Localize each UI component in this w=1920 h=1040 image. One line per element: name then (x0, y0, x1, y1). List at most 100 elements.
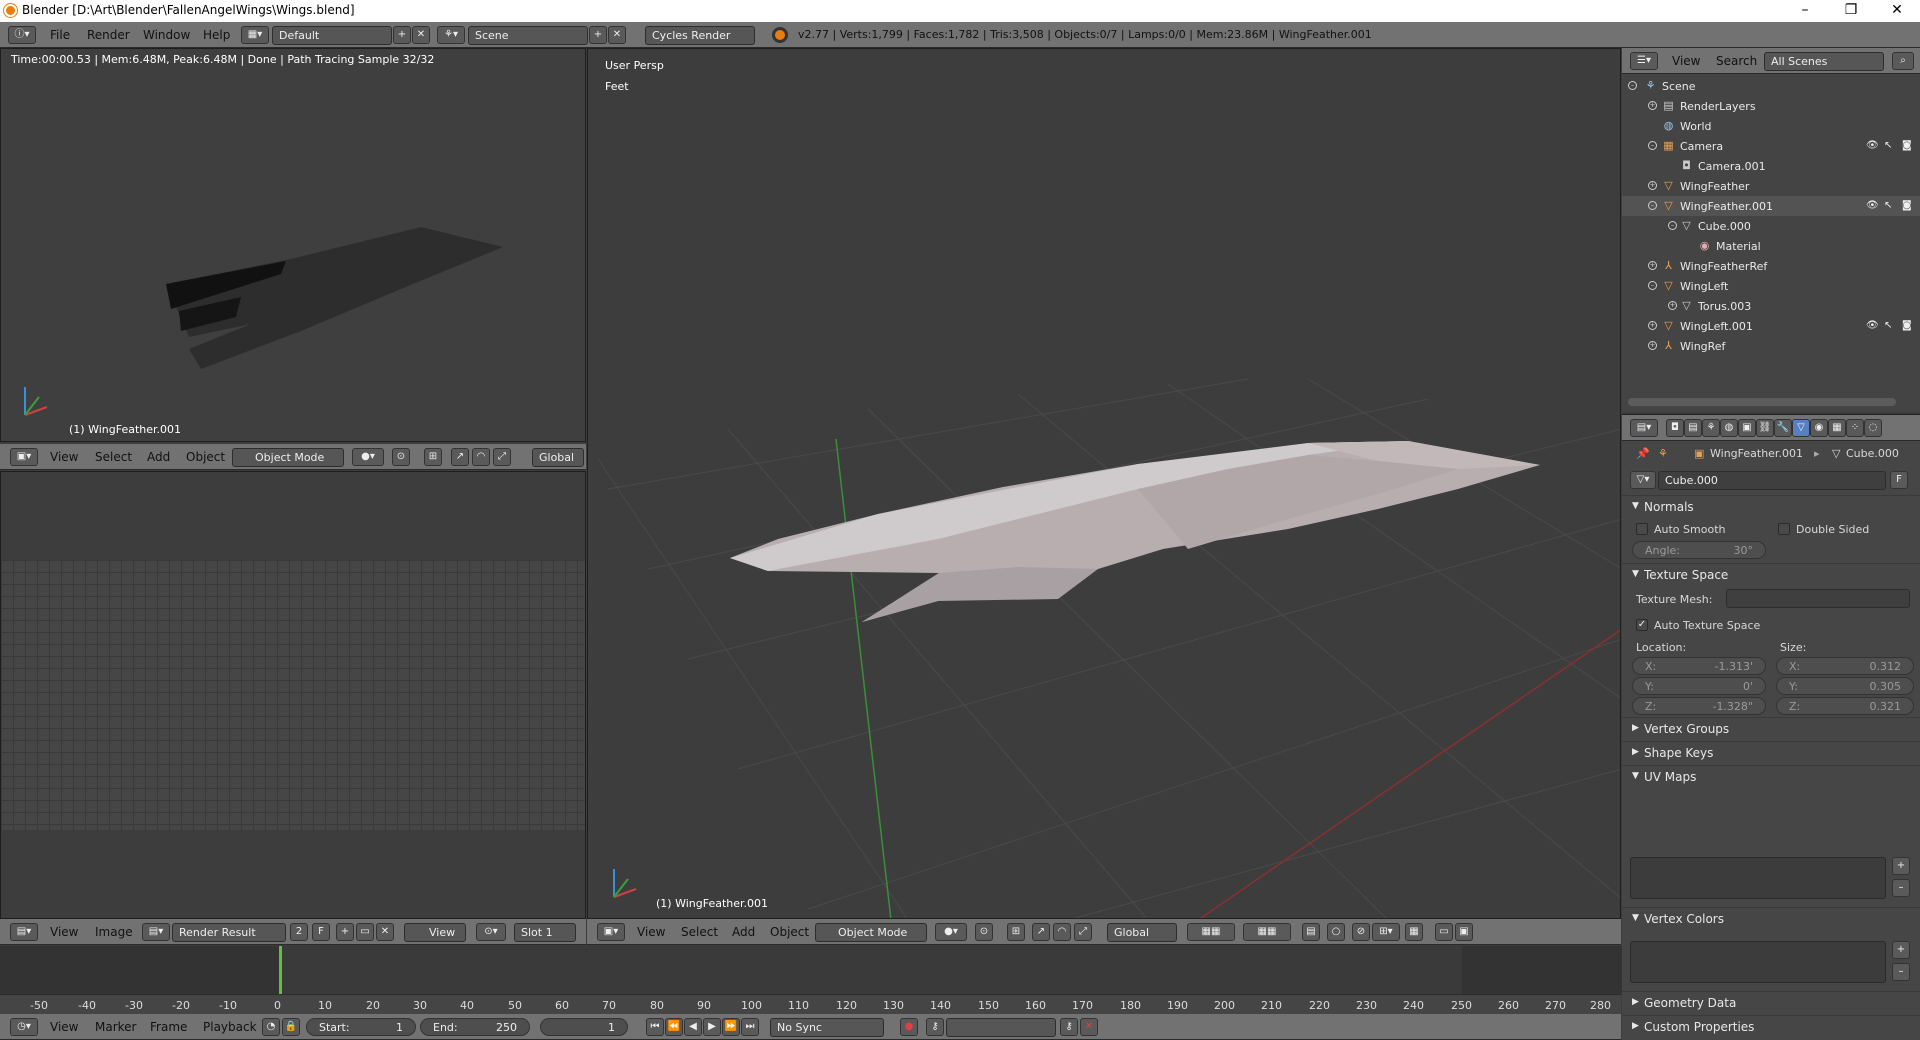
layout-field[interactable]: Default (272, 26, 392, 45)
orientation-select[interactable]: Global (532, 448, 584, 467)
outliner-item-torus003[interactable]: + ▽ Torus.003 (1622, 296, 1920, 316)
material-tab-icon[interactable]: ◉ (1810, 419, 1828, 437)
main-scale-icon[interactable]: ⤢ (1074, 923, 1092, 941)
new-image-icon[interactable]: + (336, 923, 354, 941)
outliner-item-wingleft001[interactable]: + ▽ WingLeft.001 👁 ↖ ◙ (1622, 316, 1920, 336)
scene-field[interactable]: Scene (468, 26, 588, 45)
opengl-anim-icon[interactable]: ▣ (1455, 923, 1473, 941)
main-rotate-icon[interactable]: ◠ (1053, 923, 1071, 941)
size-z-field[interactable]: Z: 0.321 (1776, 697, 1914, 715)
mesh-name-field[interactable]: Cube.000 (1658, 471, 1886, 490)
particles-tab-icon[interactable]: ⁘ (1846, 419, 1864, 437)
translate-icon[interactable]: ↗ (451, 448, 469, 466)
end-frame-field[interactable]: End: 250 (420, 1018, 530, 1036)
outliner-scrollbar[interactable] (1628, 398, 1896, 406)
layers-grid-2-icon[interactable]: ▦▦ (1243, 923, 1291, 941)
selectable-arrow-icon[interactable]: ↖ (1884, 200, 1892, 211)
outliner-item-wingref[interactable]: + ⅄ WingRef (1622, 336, 1920, 356)
add-vertex-color-button[interactable]: + (1892, 941, 1910, 959)
shape-keys-panel-header[interactable]: ▶ Shape Keys (1622, 741, 1920, 763)
snap-icon[interactable]: ⊘ (1352, 923, 1370, 941)
pin-icon[interactable]: 📌 (1636, 447, 1650, 460)
outliner-item-camera[interactable]: – ▦ Camera 👁 ↖ ◙ (1622, 136, 1920, 156)
remove-vertex-color-button[interactable]: – (1892, 963, 1910, 981)
snap-target-icon[interactable]: ▦ (1405, 923, 1423, 941)
insert-keyframe-icon[interactable]: ⚷ (1060, 1018, 1078, 1036)
object-tab-icon[interactable]: ▣ (1738, 419, 1756, 437)
fake-user-button[interactable]: F (312, 923, 330, 941)
browse-image-icon[interactable]: ▤▾ (142, 923, 170, 941)
outliner-item-wingfeather[interactable]: + ▽ WingFeather (1622, 176, 1920, 196)
editor-type-3d-icon[interactable]: ▣▾ (10, 448, 38, 466)
render-tab-icon[interactable]: ◘ (1666, 419, 1684, 437)
auto-keying-record-icon[interactable]: ● (900, 1018, 918, 1036)
slot-select[interactable]: Slot 1 (514, 923, 576, 942)
main-menu-add[interactable]: Add (732, 925, 755, 939)
remove-layout-icon[interactable]: ✕ (412, 26, 430, 44)
play-icon[interactable]: ▶ (703, 1018, 721, 1036)
image-editor-viewport[interactable] (0, 471, 586, 919)
start-frame-field[interactable]: Start: 1 (306, 1018, 416, 1036)
shading-icon[interactable]: ●▾ (352, 448, 384, 466)
outliner-filter-select[interactable]: All Scenes (1764, 52, 1884, 71)
mesh-data-tab-icon[interactable]: ▽ (1792, 419, 1810, 437)
auto-smooth-checkbox[interactable] (1636, 523, 1648, 535)
modifiers-tab-icon[interactable]: 🔧 (1774, 419, 1792, 437)
main-translate-icon[interactable]: ↗ (1032, 923, 1050, 941)
world-tab-icon[interactable]: ◍ (1720, 419, 1738, 437)
constraints-tab-icon[interactable]: ⛓ (1756, 419, 1774, 437)
timeline-ruler[interactable]: -50 -40 -30 -20 -10 0 10 20 30 40 50 60 … (0, 994, 1621, 1014)
timeline-menu-frame[interactable]: Frame (150, 1020, 187, 1034)
render-engine-select[interactable]: Cycles Render (645, 26, 755, 45)
outliner-menu-view[interactable]: View (1672, 54, 1700, 68)
menu-add[interactable]: Add (147, 450, 170, 464)
menu-window[interactable]: Window (143, 28, 190, 42)
manipulator-icon[interactable]: ⊞ (424, 448, 442, 466)
jump-start-icon[interactable]: ⏮ (646, 1018, 664, 1036)
pivot-icon[interactable]: ⊙ (392, 448, 410, 466)
outliner-item-scene[interactable]: – ⚘ Scene (1622, 76, 1920, 96)
menu-help[interactable]: Help (203, 28, 230, 42)
minimize-button[interactable]: – (1782, 0, 1828, 22)
main-orientation-select[interactable]: Global (1107, 923, 1177, 942)
visibility-eye-icon[interactable]: 👁 (1866, 140, 1879, 151)
location-z-field[interactable]: Z: -1.328" (1632, 697, 1766, 715)
main-menu-view[interactable]: View (637, 925, 665, 939)
timeline[interactable]: -50 -40 -30 -20 -10 0 10 20 30 40 50 60 … (0, 946, 1622, 1014)
main-menu-select[interactable]: Select (681, 925, 718, 939)
close-window-button[interactable]: ✕ (1874, 0, 1920, 22)
opengl-render-icon[interactable]: ▭ (1435, 923, 1453, 941)
scale-icon[interactable]: ⤢ (493, 448, 511, 466)
outliner-item-material[interactable]: ◉ Material (1622, 236, 1920, 256)
size-y-field[interactable]: Y: 0.305 (1776, 677, 1914, 695)
editor-type-timeline-icon[interactable]: ◷▾ (10, 1018, 38, 1036)
outliner-search-icon[interactable]: ⌕ (1892, 52, 1914, 70)
texture-tab-icon[interactable]: ▦ (1828, 419, 1846, 437)
remove-scene-icon[interactable]: ✕ (608, 26, 626, 44)
scene-icon[interactable]: ⚘▾ (437, 26, 465, 44)
render-layer-lock-icon[interactable]: ▤ (1302, 923, 1320, 941)
vertex-colors-list[interactable] (1630, 941, 1886, 983)
current-frame-cursor[interactable] (279, 946, 282, 994)
menu-object[interactable]: Object (186, 450, 225, 464)
location-x-field[interactable]: X: -1.313' (1632, 657, 1766, 675)
editor-type-properties-icon[interactable]: ▤▾ (1630, 419, 1658, 437)
add-layout-icon[interactable]: + (393, 26, 411, 44)
jump-end-icon[interactable]: ⏭ (741, 1018, 759, 1036)
add-uv-map-button[interactable]: + (1892, 857, 1910, 875)
menu-image[interactable]: Image (95, 925, 133, 939)
outliner-item-cube000[interactable]: – ▽ Cube.000 (1622, 216, 1920, 236)
angle-field[interactable]: Angle: 30° (1632, 541, 1766, 559)
uv-maps-panel-header[interactable]: ▼ UV Maps (1622, 765, 1920, 787)
selectable-arrow-icon[interactable]: ↖ (1884, 140, 1892, 151)
play-reverse-icon[interactable]: ◀ (684, 1018, 702, 1036)
main-menu-object[interactable]: Object (770, 925, 809, 939)
editor-type-outliner-icon[interactable]: ☰▾ (1630, 52, 1658, 70)
keying-set-field[interactable] (946, 1018, 1056, 1037)
vertex-groups-panel-header[interactable]: ▶ Vertex Groups (1622, 717, 1920, 739)
jump-keyframe-back-icon[interactable]: ⏪ (665, 1018, 683, 1036)
selectable-arrow-icon[interactable]: ↖ (1884, 320, 1892, 331)
maximize-button[interactable]: ❐ (1828, 0, 1874, 22)
snap-element-icon[interactable]: ⊞▾ (1372, 923, 1400, 941)
menu-file[interactable]: File (50, 28, 70, 42)
